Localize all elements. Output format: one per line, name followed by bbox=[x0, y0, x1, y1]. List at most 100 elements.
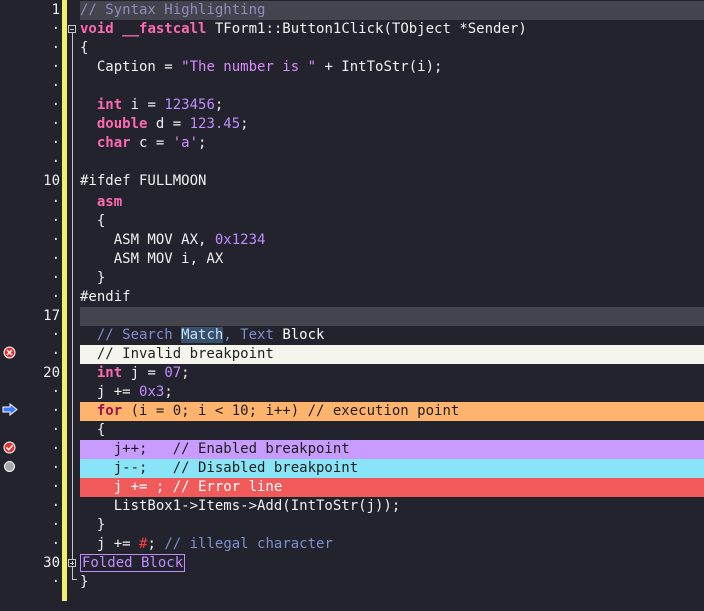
line-dot: · bbox=[51, 441, 60, 457]
error-line[interactable]: j += ; // Error line bbox=[80, 478, 704, 497]
disabled-breakpoint-icon[interactable] bbox=[3, 460, 16, 473]
line-number-17: 17 bbox=[43, 308, 60, 324]
line-dot: · bbox=[51, 460, 60, 476]
preprocessor-endif: #endif bbox=[80, 289, 131, 305]
code-line-23[interactable]: { bbox=[80, 421, 704, 440]
code-line-15[interactable]: } bbox=[80, 269, 704, 288]
code-line-17-current[interactable] bbox=[80, 307, 704, 326]
invalid-breakpoint-icon[interactable] bbox=[3, 346, 16, 359]
code-line-2[interactable]: void __fastcall TForm1::Button1Click(TOb… bbox=[80, 20, 704, 39]
code-text: ListBox1->Items->Add(IntToStr(j)); bbox=[80, 498, 401, 514]
code-line-6[interactable]: int i = 123456; bbox=[80, 96, 704, 115]
inner-close-brace: } bbox=[80, 517, 106, 533]
fold-expand-icon[interactable] bbox=[68, 559, 76, 567]
inner-open-brace: { bbox=[80, 422, 106, 438]
code-line-12[interactable]: { bbox=[80, 212, 704, 231]
text-block-highlight: Block bbox=[282, 327, 325, 343]
invalid-breakpoint-line[interactable]: // Invalid breakpoint bbox=[80, 345, 704, 364]
line-dot: · bbox=[51, 78, 60, 94]
number-literal: 123456 bbox=[164, 97, 215, 113]
gutter[interactable]: 1 · · · · · · · · 10 · · · · · · 17 · · … bbox=[0, 0, 66, 601]
code-text: ; bbox=[164, 384, 173, 400]
code-line-11[interactable]: asm bbox=[80, 193, 704, 212]
comment: // Search bbox=[96, 327, 182, 343]
folded-block[interactable]: Folded Block bbox=[80, 554, 186, 572]
execution-point-line[interactable]: for (i = 0; i < 10; i++) // execution po… bbox=[80, 402, 704, 421]
char-literal: 'a' bbox=[172, 135, 199, 151]
code-text: j++; // Enabled breakpoint bbox=[80, 441, 350, 457]
keyword-void: void bbox=[80, 21, 114, 37]
line-dot: · bbox=[51, 40, 60, 56]
code-text: Caption = bbox=[80, 59, 182, 75]
keyword-asm: asm bbox=[96, 194, 123, 210]
line-number-30: 30 bbox=[43, 555, 60, 571]
comment: // Invalid breakpoint bbox=[80, 346, 274, 362]
line-dot: · bbox=[51, 194, 60, 210]
close-brace: } bbox=[80, 574, 89, 590]
hex-literal: 0x1234 bbox=[214, 232, 266, 248]
code-text: ; bbox=[147, 536, 165, 552]
code-line-20[interactable]: int j = 07; bbox=[80, 364, 704, 383]
hex-literal: 0x3 bbox=[139, 384, 165, 400]
asm-text: ASM MOV AX, bbox=[80, 232, 215, 248]
line-dot: · bbox=[51, 232, 60, 248]
line-dot: · bbox=[51, 21, 60, 37]
fold-end-marker bbox=[72, 579, 77, 580]
line-dot: · bbox=[51, 384, 60, 400]
code-text: ; bbox=[181, 365, 190, 381]
line-dot: · bbox=[51, 251, 60, 267]
keyword-int: int bbox=[96, 97, 123, 113]
line-dot: · bbox=[51, 574, 60, 590]
code-text: j += bbox=[80, 536, 140, 552]
code-text: c = bbox=[130, 135, 173, 151]
keyword-fastcall: __fastcall bbox=[122, 21, 207, 37]
code-line-27[interactable]: ListBox1->Items->Add(IntToStr(j)); bbox=[80, 497, 704, 516]
line-number-20: 20 bbox=[43, 365, 60, 381]
line-dot: · bbox=[51, 327, 60, 343]
enabled-breakpoint-icon[interactable] bbox=[3, 441, 16, 454]
execution-point-arrow-icon[interactable] bbox=[2, 403, 18, 416]
code-text: (i = 0; i < 10; i++) // execution point bbox=[122, 403, 460, 419]
enabled-breakpoint-line[interactable]: j++; // Enabled breakpoint bbox=[80, 440, 704, 459]
code-text: i = bbox=[122, 97, 165, 113]
fold-gutter bbox=[67, 0, 79, 601]
code-line-8[interactable]: char c = 'a'; bbox=[80, 134, 704, 153]
code-line-18[interactable]: // Search Match, Text Block bbox=[80, 326, 704, 345]
line-dot: · bbox=[51, 270, 60, 286]
comment: , Text bbox=[223, 327, 283, 343]
open-brace: { bbox=[80, 40, 89, 56]
line-dot: · bbox=[51, 536, 60, 552]
code-line-10[interactable]: #ifdef FULLMOON bbox=[80, 172, 704, 191]
code-line-21[interactable]: j += 0x3; bbox=[80, 383, 704, 402]
line-dot: · bbox=[51, 154, 60, 170]
code-line-3[interactable]: { bbox=[80, 39, 704, 58]
line-dot: · bbox=[51, 289, 60, 305]
number-literal: 123.45 bbox=[189, 116, 241, 132]
code-line-13[interactable]: ASM MOV AX, 0x1234 bbox=[80, 231, 704, 250]
line-dot: · bbox=[51, 116, 60, 132]
code-line-29[interactable]: j += #; // illegal character bbox=[80, 535, 704, 554]
code-text: d = bbox=[147, 116, 190, 132]
code-line-28[interactable]: } bbox=[80, 516, 704, 535]
asm-close-brace: } bbox=[80, 270, 106, 286]
line-dot: · bbox=[51, 97, 60, 113]
line-number-10: 10 bbox=[43, 173, 60, 189]
code-line-1[interactable]: // Syntax Highlighting bbox=[80, 1, 704, 20]
fold-collapse-icon[interactable] bbox=[68, 25, 76, 33]
disabled-breakpoint-line[interactable]: j--; // Disabled breakpoint bbox=[80, 459, 704, 478]
asm-text: ASM MOV i, AX bbox=[80, 251, 224, 267]
function-signature: TForm1::Button1Click(TObject *Sender) bbox=[206, 21, 527, 37]
keyword-char: char bbox=[96, 135, 131, 151]
line-dot: · bbox=[51, 498, 60, 514]
code-line-4[interactable]: Caption = "The number is " + IntToStr(i)… bbox=[80, 58, 704, 77]
code-text: + IntToStr(i); bbox=[316, 59, 443, 75]
code-line-14[interactable]: ASM MOV i, AX bbox=[80, 250, 704, 269]
line-dot: · bbox=[51, 517, 60, 533]
code-line-16[interactable]: #endif bbox=[80, 288, 704, 307]
code-line-31[interactable]: } bbox=[80, 573, 704, 592]
code-text: j += ; // Error line bbox=[80, 479, 283, 495]
search-match-highlight: Match bbox=[181, 327, 224, 343]
code-text: j += bbox=[80, 384, 140, 400]
code-line-7[interactable]: double d = 123.45; bbox=[80, 115, 704, 134]
code-line-30[interactable]: Folded Block bbox=[80, 554, 704, 573]
